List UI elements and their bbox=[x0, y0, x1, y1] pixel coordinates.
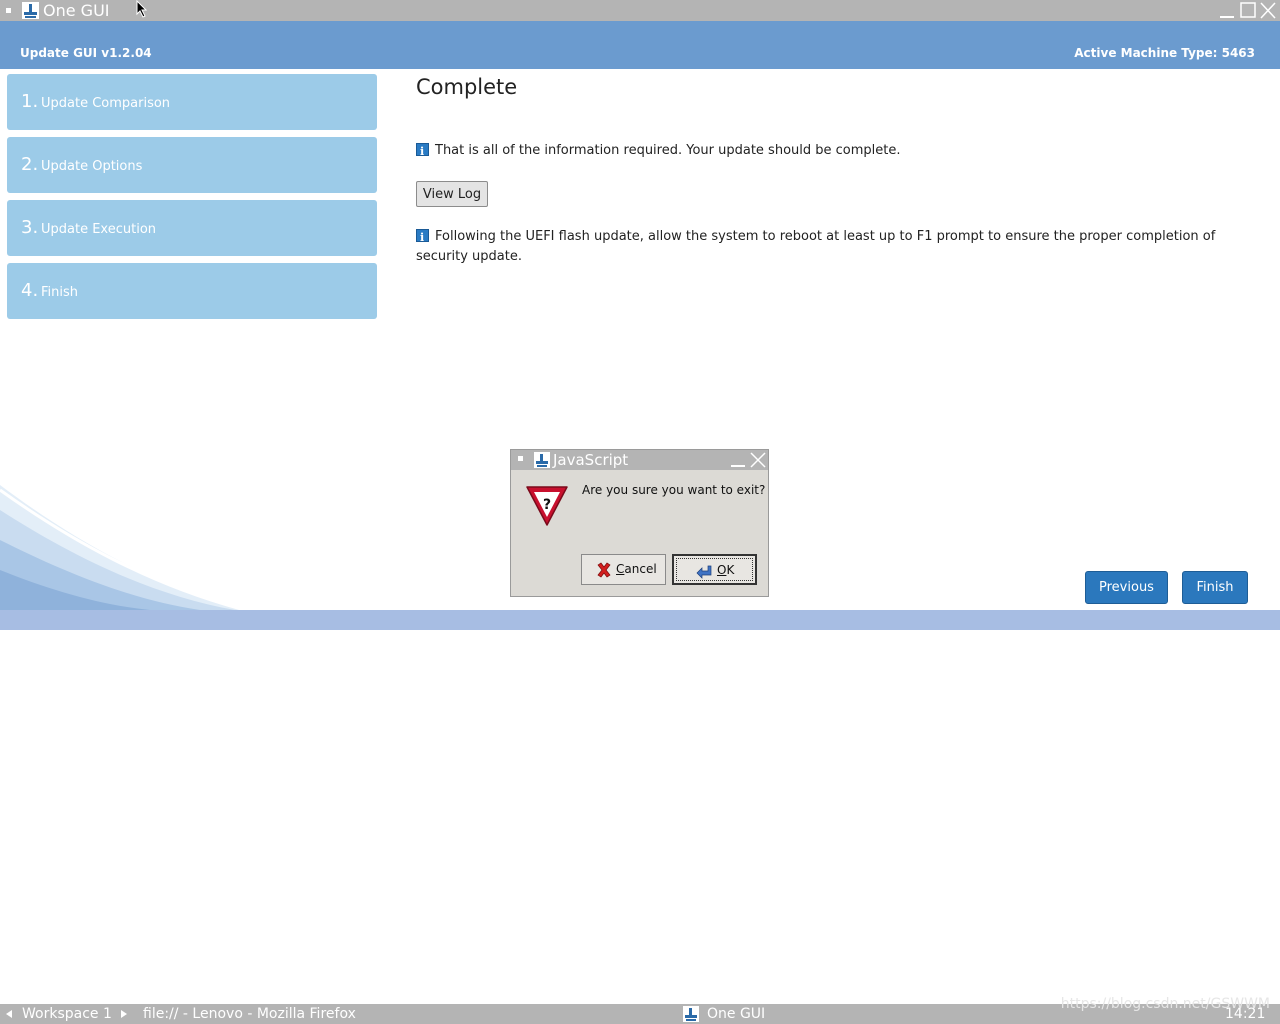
close-icon[interactable] bbox=[749, 452, 767, 468]
taskbar-item-firefox[interactable]: file:// - Lenovo - Mozilla Firefox bbox=[143, 1005, 356, 1023]
step-number: 1. bbox=[21, 91, 39, 112]
question-warning-icon: ? bbox=[526, 486, 568, 526]
decorative-swoosh bbox=[0, 485, 246, 610]
info-text: That is all of the information required.… bbox=[435, 143, 901, 158]
steps-sidebar: 1. Update Comparison 2. Update Options 3… bbox=[7, 74, 377, 326]
maximize-icon[interactable] bbox=[1239, 2, 1257, 19]
machine-type: Active Machine Type: 5463 bbox=[1074, 46, 1255, 60]
minimize-icon[interactable] bbox=[1218, 2, 1236, 19]
page-title: Complete bbox=[416, 75, 518, 99]
window-menu-icon[interactable] bbox=[6, 8, 11, 13]
step-number: 3. bbox=[21, 217, 39, 238]
dialog-menu-icon[interactable] bbox=[518, 456, 523, 461]
finish-button[interactable]: Finish bbox=[1182, 571, 1248, 604]
app-icon bbox=[534, 452, 550, 468]
workspace-switcher[interactable]: Workspace 1 bbox=[22, 1005, 112, 1023]
step-number: 2. bbox=[21, 154, 39, 175]
return-arrow-icon bbox=[696, 565, 712, 579]
info-text-line2: security update. bbox=[416, 249, 522, 264]
mouse-cursor-icon bbox=[136, 0, 148, 18]
step-label: Update Execution bbox=[41, 222, 157, 237]
watermark-text: https://blog.csdn.net/GSWWM bbox=[1060, 996, 1270, 1012]
dialog-titlebar[interactable]: JavaScript bbox=[511, 450, 768, 470]
workspace-prev-icon[interactable] bbox=[6, 1010, 12, 1018]
info-message-reboot: Following the UEFI flash update, allow t… bbox=[416, 227, 1236, 267]
svg-text:?: ? bbox=[543, 497, 551, 513]
close-icon[interactable] bbox=[1259, 2, 1277, 19]
step-number: 4. bbox=[21, 280, 39, 301]
workspace-next-icon[interactable] bbox=[121, 1010, 127, 1018]
ok-label: K bbox=[726, 563, 735, 577]
minimize-icon[interactable] bbox=[729, 452, 747, 468]
step-update-comparison[interactable]: 1. Update Comparison bbox=[7, 74, 377, 130]
footer-band bbox=[0, 610, 1280, 630]
info-icon bbox=[416, 228, 429, 248]
dialog-message: Are you sure you want to exit? bbox=[582, 483, 766, 497]
window-titlebar[interactable]: One GUI bbox=[0, 0, 1280, 21]
previous-button[interactable]: Previous bbox=[1085, 571, 1168, 604]
step-label: Finish bbox=[41, 285, 79, 300]
cancel-label: ancel bbox=[624, 562, 657, 576]
step-update-execution[interactable]: 3. Update Execution bbox=[7, 200, 377, 256]
taskbar-item-onegui[interactable]: One GUI bbox=[707, 1005, 765, 1023]
info-message-complete: That is all of the information required.… bbox=[416, 141, 901, 162]
cancel-x-icon bbox=[597, 562, 611, 578]
app-version: Update GUI v1.2.04 bbox=[20, 46, 152, 60]
ok-button[interactable]: OK bbox=[672, 554, 757, 585]
step-update-options[interactable]: 2. Update Options bbox=[7, 137, 377, 193]
step-finish[interactable]: 4. Finish bbox=[7, 263, 377, 319]
view-log-button[interactable]: View Log bbox=[416, 181, 488, 207]
window-title: One GUI bbox=[43, 1, 110, 20]
dialog-title: JavaScript bbox=[553, 451, 629, 469]
step-label: Update Comparison bbox=[41, 96, 171, 111]
cancel-button[interactable]: Cancel bbox=[581, 554, 666, 585]
info-icon bbox=[416, 142, 429, 162]
app-icon bbox=[22, 2, 39, 19]
confirm-dialog: JavaScript ? Are you sure you want to ex… bbox=[510, 449, 769, 597]
app-header: Update GUI v1.2.04 Active Machine Type: … bbox=[0, 21, 1280, 69]
info-text-line1: Following the UEFI flash update, allow t… bbox=[435, 229, 1216, 244]
step-label: Update Options bbox=[41, 159, 143, 174]
app-icon bbox=[683, 1006, 699, 1022]
